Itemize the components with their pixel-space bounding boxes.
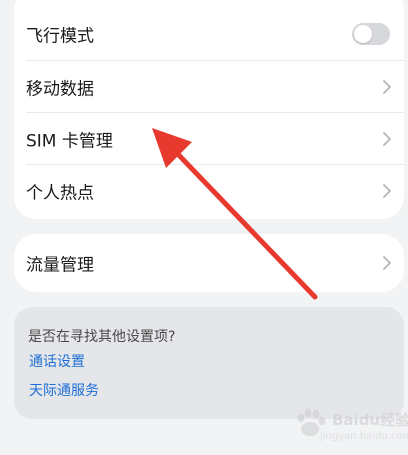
mobile-data-label: 移动数据: [26, 79, 94, 100]
airplane-mode-row[interactable]: 飞行模式: [14, 8, 404, 60]
skytone-service-link[interactable]: 天际通服务: [29, 380, 99, 400]
mobile-network-settings-screen: 飞行模式 移动数据 SIM 卡管理 个人热点 流量管理 是否在寻找其他设置项? …: [0, 0, 408, 455]
chevron-right-icon: [383, 184, 391, 198]
traffic-management-row[interactable]: 流量管理: [14, 237, 404, 289]
traffic-management-label: 流量管理: [26, 255, 94, 276]
sim-card-management-label: SIM 卡管理: [26, 131, 113, 152]
airplane-mode-toggle[interactable]: [352, 23, 390, 45]
sim-card-management-row[interactable]: SIM 卡管理: [14, 113, 404, 165]
call-settings-link[interactable]: 通话设置: [29, 351, 85, 371]
watermark-brand: Baidu经验: [332, 411, 408, 429]
suggestion-title: 是否在寻找其他设置项?: [28, 329, 176, 345]
personal-hotspot-label: 个人热点: [26, 183, 94, 204]
chevron-right-icon: [383, 256, 391, 270]
toggle-knob: [354, 25, 372, 43]
airplane-mode-label: 飞行模式: [26, 26, 94, 47]
baidu-jingyan-watermark: Baidu经验 jingyan.baidu.com: [290, 401, 408, 449]
mobile-data-row[interactable]: 移动数据: [14, 61, 404, 113]
chevron-right-icon: [383, 132, 391, 146]
watermark-url: jingyan.baidu.com: [320, 431, 408, 442]
chevron-right-icon: [383, 80, 391, 94]
traffic-management-card: 流量管理: [14, 234, 404, 292]
network-settings-card: 飞行模式 移动数据 SIM 卡管理 个人热点: [14, 0, 404, 219]
personal-hotspot-row[interactable]: 个人热点: [14, 165, 404, 217]
